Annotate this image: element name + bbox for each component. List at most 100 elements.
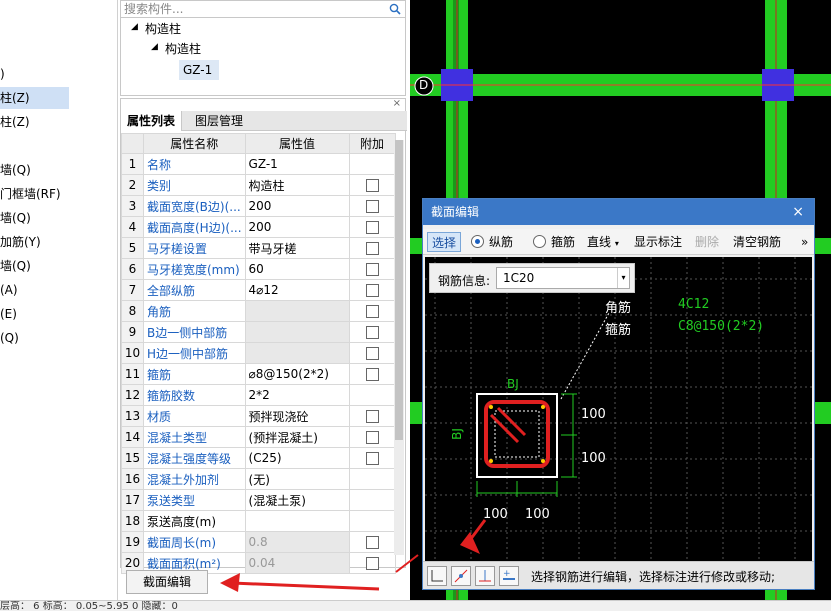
tree-node-child[interactable]: 构造柱: [165, 40, 201, 57]
nav-item[interactable]: 加筋(Y): [0, 231, 118, 253]
table-row[interactable]: 4 截面高度(H边)(... 200: [121, 216, 396, 238]
close-icon[interactable]: ×: [393, 98, 401, 109]
extra-checkbox[interactable]: [365, 536, 379, 549]
extra-checkbox[interactable]: [365, 368, 379, 381]
table-row[interactable]: 14 混凝土类型 (预拌混凝土): [121, 426, 396, 448]
extra-checkbox[interactable]: [365, 431, 379, 444]
table-row[interactable]: 2 类别 构造柱: [121, 174, 396, 196]
extra-checkbox[interactable]: [365, 452, 379, 465]
table-row[interactable]: 7 全部纵筋 4⌀12: [121, 279, 396, 301]
search-icon[interactable]: [389, 3, 401, 15]
table-row[interactable]: 5 马牙槎设置 带马牙槎: [121, 237, 396, 259]
extra-checkbox[interactable]: [365, 242, 379, 255]
dim-label[interactable]: 100: [581, 451, 606, 466]
clear-rebar-button[interactable]: 清空钢筋: [733, 232, 781, 252]
extra-checkbox[interactable]: [365, 347, 379, 360]
table-row[interactable]: 16 混凝土外加剂 (无): [121, 468, 396, 490]
table-row[interactable]: 1 名称 GZ-1: [121, 153, 396, 175]
nav-item[interactable]: 墙(Q): [0, 255, 118, 277]
radio-stirrup-label[interactable]: 箍筋: [551, 232, 575, 252]
extra-checkbox[interactable]: [365, 284, 379, 297]
nav-item[interactable]: ): [0, 63, 118, 85]
tab-layers[interactable]: 图层管理: [189, 111, 249, 131]
property-value[interactable]: 200: [244, 195, 350, 217]
search-input[interactable]: 搜索构件...: [120, 0, 406, 18]
property-value[interactable]: 4⌀12: [244, 279, 350, 301]
tab-properties[interactable]: 属性列表: [121, 111, 183, 131]
property-value[interactable]: [244, 300, 350, 322]
nav-item[interactable]: 柱(Z): [0, 111, 118, 133]
tree-node-leaf[interactable]: GZ-1: [179, 60, 219, 80]
nav-item[interactable]: (A): [0, 279, 118, 301]
table-row[interactable]: 11 箍筋 ⌀8@150(2*2): [121, 363, 396, 385]
extra-checkbox[interactable]: [365, 557, 379, 570]
stirrup-value[interactable]: C8@150(2*2): [678, 319, 764, 334]
axis-icon[interactable]: [475, 566, 495, 586]
table-row[interactable]: 13 材质 预拌现浇砼: [121, 405, 396, 427]
show-label-button[interactable]: 显示标注: [634, 232, 682, 252]
dim-label[interactable]: 100: [525, 507, 550, 522]
more-icon[interactable]: »: [801, 232, 808, 252]
table-row[interactable]: 17 泵送类型 (混凝土泵): [121, 489, 396, 511]
table-row[interactable]: 8 角筋: [121, 300, 396, 322]
section-canvas[interactable]: 角筋 4C12 箍筋 C8@150(2*2) BJ BJ 100 100 100…: [425, 257, 812, 561]
tree-node-root[interactable]: 构造柱: [145, 20, 181, 37]
table-row[interactable]: 19 截面周长(m) 0.8: [121, 531, 396, 553]
nav-item[interactable]: 门框墙(RF): [0, 183, 118, 205]
expand-icon[interactable]: ◢: [151, 42, 158, 52]
extra-checkbox[interactable]: [365, 263, 379, 276]
table-row[interactable]: 9 B边一侧中部筋: [121, 321, 396, 343]
extra-checkbox[interactable]: [365, 326, 379, 339]
property-value[interactable]: (C25): [244, 447, 350, 469]
property-value[interactable]: 构造柱: [244, 174, 350, 196]
dim-label[interactable]: 100: [483, 507, 508, 522]
property-value[interactable]: 60: [244, 258, 350, 280]
scrollbar-thumb[interactable]: [395, 140, 403, 440]
nav-item[interactable]: (E): [0, 303, 118, 325]
delete-button[interactable]: 删除: [695, 232, 719, 252]
dim-label[interactable]: 100: [581, 407, 606, 422]
section-edit-button[interactable]: 截面编辑: [126, 570, 208, 594]
rebar-info-input[interactable]: 1C20 ▾: [496, 267, 630, 289]
extra-checkbox[interactable]: [365, 221, 379, 234]
nav-item[interactable]: 墙(Q): [0, 207, 118, 229]
nav-item[interactable]: (Q): [0, 327, 118, 349]
property-value[interactable]: (混凝土泵): [244, 489, 350, 511]
property-value[interactable]: GZ-1: [244, 153, 350, 175]
property-value[interactable]: 0.04: [244, 552, 350, 574]
nav-item-selected[interactable]: 柱(Z): [0, 87, 69, 109]
chevron-down-icon[interactable]: ▾: [617, 268, 629, 288]
nav-item[interactable]: [0, 0, 118, 14]
radio-longitudinal[interactable]: [471, 235, 484, 248]
extra-checkbox[interactable]: [365, 410, 379, 423]
property-value[interactable]: ⌀8@150(2*2): [244, 363, 350, 385]
expand-icon[interactable]: ◢: [131, 22, 138, 32]
radio-stirrup[interactable]: [533, 235, 546, 248]
table-row[interactable]: 10 H边一侧中部筋: [121, 342, 396, 364]
property-value[interactable]: [244, 342, 350, 364]
add-dim-icon[interactable]: +: [499, 566, 519, 586]
extra-checkbox[interactable]: [365, 179, 379, 192]
property-value[interactable]: 带马牙槎: [244, 237, 350, 259]
property-value[interactable]: 预拌现浇砼: [244, 405, 350, 427]
property-value[interactable]: 0.8: [244, 531, 350, 553]
line-dropdown[interactable]: 直线 ▾: [587, 232, 619, 252]
radio-longitudinal-label[interactable]: 纵筋: [489, 232, 513, 252]
ortho-icon[interactable]: [427, 566, 447, 586]
table-row[interactable]: 18 泵送高度(m): [121, 510, 396, 532]
property-value[interactable]: [244, 321, 350, 343]
snap-icon[interactable]: [451, 566, 471, 586]
table-row[interactable]: 12 箍筋胶数 2*2: [121, 384, 396, 406]
nav-item[interactable]: 墙(Q): [0, 159, 118, 181]
property-value[interactable]: (预拌混凝土): [244, 426, 350, 448]
property-value[interactable]: [244, 510, 350, 532]
property-value[interactable]: (无): [244, 468, 350, 490]
table-row[interactable]: 3 截面宽度(B边)(... 200: [121, 195, 396, 217]
select-button[interactable]: 选择: [427, 232, 462, 252]
table-row[interactable]: 6 马牙槎宽度(mm) 60: [121, 258, 396, 280]
close-icon[interactable]: ×: [792, 199, 804, 225]
property-value[interactable]: 200: [244, 216, 350, 238]
table-row[interactable]: 15 混凝土强度等级 (C25): [121, 447, 396, 469]
corner-value[interactable]: 4C12: [678, 297, 709, 312]
extra-checkbox[interactable]: [365, 305, 379, 318]
